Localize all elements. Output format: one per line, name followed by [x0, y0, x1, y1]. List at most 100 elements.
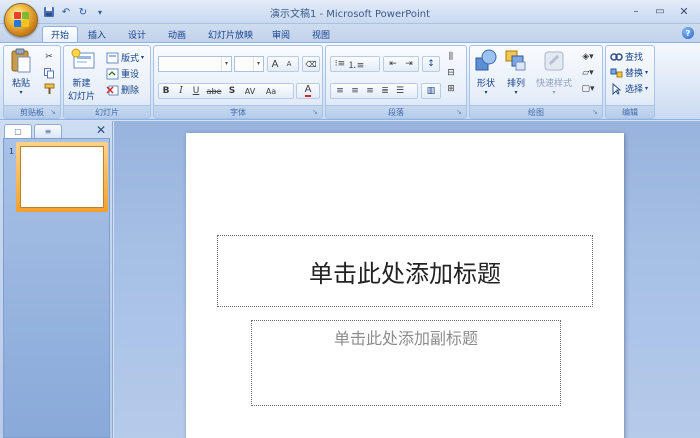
shrink-font-icon[interactable]: A	[282, 57, 296, 71]
slides-group-label: 幻灯片	[64, 105, 150, 118]
decrease-indent-icon[interactable]: ⇤	[386, 57, 400, 71]
align-left-icon[interactable]: ≡	[333, 84, 347, 98]
replace-button[interactable]: 替换 ▾	[610, 66, 648, 79]
drawing-launcher-icon[interactable]: ↘	[592, 108, 600, 116]
text-shadow-button[interactable]: S	[225, 84, 239, 98]
arrange-dropdown-icon: ▾	[514, 89, 518, 96]
title-bar: ↶ ↻ ▾ 演示文稿1 - Microsoft PowerPoint – ▭ ✕	[0, 0, 700, 24]
clipboard-launcher-icon[interactable]: ↘	[50, 108, 58, 116]
font-launcher-icon[interactable]: ↘	[312, 108, 320, 116]
paragraph-launcher-icon[interactable]: ↘	[456, 108, 464, 116]
list-buttons: ⁝≡ ⒈≡	[330, 56, 380, 72]
slide-number: 1	[9, 147, 15, 156]
font-name-combo[interactable]: ▾	[158, 56, 232, 72]
pane-close-icon[interactable]: ✕	[96, 123, 106, 137]
tab-slide-show[interactable]: 幻灯片放映	[200, 26, 261, 42]
underline-button[interactable]: U	[189, 84, 203, 98]
layout-icon	[106, 52, 119, 64]
arrange-icon	[504, 48, 528, 74]
font-size-dropdown-icon[interactable]: ▾	[253, 57, 263, 71]
select-button[interactable]: 选择 ▾	[610, 82, 648, 95]
quick-styles-button[interactable]: 快速样式 ▾	[536, 48, 572, 96]
quick-styles-icon	[542, 48, 566, 74]
slide-canvas[interactable]: 单击此处添加标题 单击此处添加副标题	[186, 133, 624, 438]
group-slides: 新建 幻灯片 版式 ▾ 重设 删除 幻灯片	[63, 45, 151, 119]
window-controls: – ▭ ✕	[626, 3, 694, 19]
alignment-buttons: ≡ ≡ ≡ ≣ ☰	[330, 83, 418, 99]
columns-button[interactable]: ▥	[421, 83, 441, 99]
copy-icon[interactable]	[42, 66, 56, 80]
slides-tab[interactable]: ▢	[4, 124, 32, 138]
slide-editing-area: 单击此处添加标题 单击此处添加副标题	[114, 121, 700, 438]
tab-design[interactable]: 设计	[120, 26, 154, 42]
shapes-button[interactable]: 形状 ▾	[474, 48, 498, 96]
format-painter-icon[interactable]	[42, 82, 56, 96]
font-name-dropdown-icon[interactable]: ▾	[221, 57, 231, 71]
title-placeholder[interactable]: 单击此处添加标题	[217, 235, 593, 307]
italic-button[interactable]: I	[174, 84, 188, 98]
clear-format-button[interactable]: ⌫	[302, 56, 320, 72]
new-slide-label-1: 新建	[72, 79, 91, 89]
font-size-combo[interactable]: ▾	[234, 56, 264, 72]
close-button[interactable]: ✕	[674, 3, 694, 19]
strikethrough-button[interactable]: abe	[204, 84, 224, 98]
slide-thumbnails: 1	[3, 138, 110, 438]
grow-font-icon[interactable]: A	[268, 57, 282, 71]
clear-format-icon: ⌫	[305, 59, 317, 69]
increase-indent-icon[interactable]: ⇥	[402, 57, 416, 71]
layout-dropdown-icon: ▾	[141, 54, 145, 61]
bold-button[interactable]: B	[159, 84, 173, 98]
delete-slide-button[interactable]: 删除	[106, 83, 139, 96]
pane-tabs: ▢ ≡	[4, 124, 110, 138]
change-case-button[interactable]: Aa	[261, 84, 281, 98]
group-font: ▾ ▾ A A ⌫ B I U abe S AV Aa A 字体 ↘	[153, 45, 323, 119]
tab-home[interactable]: 开始	[42, 26, 79, 42]
align-right-icon[interactable]: ≡	[363, 84, 377, 98]
find-button[interactable]: 查找	[610, 50, 643, 63]
tab-view[interactable]: 视图	[304, 26, 338, 42]
font-format-buttons: B I U abe S AV Aa	[158, 83, 294, 99]
tab-insert[interactable]: 插入	[80, 26, 114, 42]
subtitle-placeholder[interactable]: 单击此处添加副标题	[251, 320, 561, 406]
numbering-icon[interactable]: ⒈≡	[348, 57, 365, 71]
reset-icon	[106, 68, 119, 80]
line-spacing-button[interactable]: ↕	[422, 56, 440, 72]
slides-outline-pane: ▢ ≡ ✕ 1	[0, 121, 113, 438]
distributed-icon[interactable]: ☰	[393, 84, 407, 98]
shapes-label: 形状	[476, 79, 495, 89]
tab-review[interactable]: 审阅	[264, 26, 298, 42]
office-logo-icon	[14, 12, 30, 28]
reset-button[interactable]: 重设	[106, 67, 139, 80]
arrange-button[interactable]: 排列 ▾	[504, 48, 528, 96]
font-color-icon: A	[304, 84, 312, 97]
replace-icon	[610, 67, 623, 79]
slide-thumbnail-selected[interactable]	[16, 142, 108, 212]
shape-effects-icon[interactable]: ▢▾	[576, 82, 600, 96]
minimize-button[interactable]: –	[626, 3, 646, 19]
office-button[interactable]	[4, 3, 38, 37]
select-dropdown-icon: ▾	[645, 85, 649, 92]
smartart-icon[interactable]: ⊞	[444, 82, 458, 96]
group-paragraph: ⁝≡ ⒈≡ ⇤ ⇥ ↕ ⫼ ⊟ ⊞ ≡ ≡ ≡ ≣ ☰ ▥ 段落 ↘	[325, 45, 467, 119]
maximize-button[interactable]: ▭	[650, 3, 670, 19]
help-icon[interactable]: ?	[682, 27, 694, 39]
character-spacing-button[interactable]: AV	[240, 84, 260, 98]
align-text-icon[interactable]: ⊟	[444, 66, 458, 80]
shape-outline-icon[interactable]: ▱▾	[576, 66, 600, 80]
font-color-button[interactable]: A	[296, 83, 320, 99]
cut-icon[interactable]: ✂	[42, 50, 56, 64]
text-direction-icon[interactable]: ⫼	[444, 50, 458, 64]
justify-icon[interactable]: ≣	[378, 84, 392, 98]
shape-fill-icon[interactable]: ◈▾	[576, 50, 600, 64]
outline-tab[interactable]: ≡	[34, 124, 62, 138]
arrange-label: 排列	[506, 79, 525, 89]
layout-button[interactable]: 版式 ▾	[106, 51, 144, 64]
shapes-dropdown-icon: ▾	[484, 89, 488, 96]
tab-animations[interactable]: 动画	[160, 26, 194, 42]
paste-button[interactable]: 粘贴 ▾	[9, 48, 33, 96]
new-slide-button[interactable]: 新建 幻灯片	[68, 48, 95, 102]
reset-label: 重设	[121, 70, 140, 80]
replace-dropdown-icon: ▾	[645, 69, 649, 76]
align-center-icon[interactable]: ≡	[348, 84, 362, 98]
bullets-icon[interactable]: ⁝≡	[333, 57, 347, 71]
